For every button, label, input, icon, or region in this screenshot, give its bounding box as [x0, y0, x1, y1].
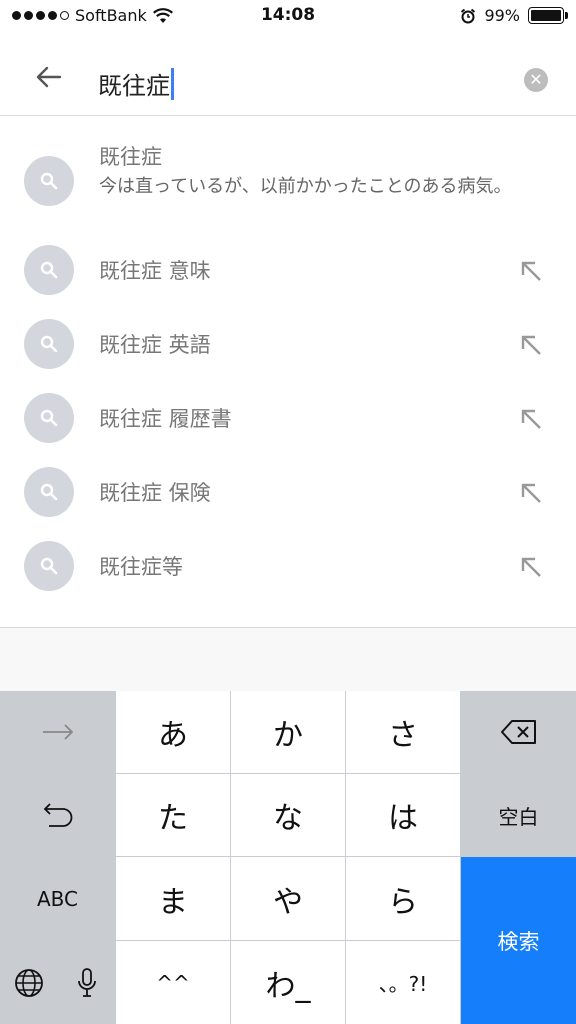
search-header: 既往症 ✕ [0, 32, 576, 116]
punctuation-key-label: 、。?! [378, 972, 428, 996]
close-icon: ✕ [529, 70, 543, 89]
suggestion-text: 既往症 [99, 145, 162, 169]
kana-key-sa[interactable]: さ [346, 691, 460, 773]
punctuation-key[interactable]: 、。?! [346, 941, 460, 1024]
kana-key-wa[interactable]: わ_ [231, 941, 345, 1024]
alarm-icon [461, 8, 476, 23]
kana-key-ta[interactable]: た [116, 774, 230, 856]
search-icon [24, 467, 74, 517]
search-icon [24, 156, 74, 206]
backspace-icon [500, 720, 536, 744]
suggestion-text: 既往症 保険 [99, 481, 211, 505]
kana-key-ka[interactable]: か [231, 691, 345, 773]
kana-key-ya[interactable]: や [231, 857, 345, 940]
globe-icon [14, 968, 43, 997]
fill-query-arrow-icon[interactable] [518, 258, 544, 284]
kana-key-na[interactable]: な [231, 774, 345, 856]
search-icon [24, 245, 74, 295]
search-key[interactable]: 検索 [461, 857, 576, 1024]
suggestion-text: 既往症 履歴書 [99, 407, 232, 431]
back-arrow-icon [36, 66, 62, 88]
suggestion-text: 既往症 意味 [99, 259, 211, 283]
abc-key-label: ABC [36, 886, 78, 911]
fill-query-arrow-icon[interactable] [518, 554, 544, 580]
dakuten-key-label: ^^ [156, 970, 190, 995]
search-query-text: 既往症 [98, 72, 170, 100]
space-key-label: 空白 [498, 804, 539, 829]
kana-key-ra[interactable]: ら [346, 857, 460, 940]
search-icon [24, 319, 74, 369]
dictation-key[interactable] [58, 941, 115, 1024]
clear-search-button[interactable]: ✕ [524, 68, 548, 92]
undo-key[interactable] [0, 774, 115, 856]
fill-query-arrow-icon[interactable] [518, 332, 544, 358]
empty-area [0, 628, 576, 691]
fill-query-arrow-icon[interactable] [518, 480, 544, 506]
battery-icon [528, 7, 568, 24]
next-candidate-key[interactable] [0, 691, 115, 773]
text-cursor [171, 67, 174, 100]
suggestion-text: 既往症 英語 [99, 333, 211, 357]
suggestion-item[interactable]: 既往症 英語 [0, 307, 576, 381]
suggestion-text: 既往症等 [99, 555, 183, 579]
battery-percent: 99% [484, 6, 520, 25]
suggestion-description: 今は直っているが、以前かかったことのある病気。 [99, 176, 512, 197]
suggestion-list: 既往症 今は直っているが、以前かかったことのある病気。 既往症 意味 既往症 英… [0, 117, 576, 627]
suggestion-item[interactable]: 既往症 保険 [0, 455, 576, 529]
kana-key-ma[interactable]: ま [116, 857, 230, 940]
suggestion-item[interactable]: 既往症 履歴書 [0, 381, 576, 455]
delete-key[interactable] [461, 691, 576, 773]
suggestion-item[interactable]: 既往症 今は直っているが、以前かかったことのある病気。 [0, 117, 576, 227]
fill-query-arrow-icon[interactable] [518, 406, 544, 432]
search-icon [24, 393, 74, 443]
search-key-label: 検索 [497, 929, 540, 954]
undo-icon [43, 803, 72, 827]
search-icon [24, 541, 74, 591]
microphone-icon [77, 967, 96, 997]
right-arrow-icon [42, 724, 73, 740]
search-input[interactable]: 既往症 [98, 66, 174, 101]
japanese-kana-keyboard: あ か さ た な は 空白 ABC ま や ら 検索 ^^ わ_ 、。?! [0, 691, 576, 1024]
suggestion-item[interactable]: 既往症 意味 [0, 233, 576, 307]
status-bar: SoftBank 14:08 99% [0, 0, 576, 32]
abc-key[interactable]: ABC [0, 857, 115, 940]
back-button[interactable] [24, 58, 74, 98]
kana-key-ha[interactable]: は [346, 774, 460, 856]
suggestion-item[interactable]: 既往症等 [0, 529, 576, 603]
globe-key[interactable] [0, 941, 57, 1024]
kana-key-a[interactable]: あ [116, 691, 230, 773]
dakuten-key[interactable]: ^^ [116, 941, 230, 1024]
space-key[interactable]: 空白 [461, 774, 576, 856]
